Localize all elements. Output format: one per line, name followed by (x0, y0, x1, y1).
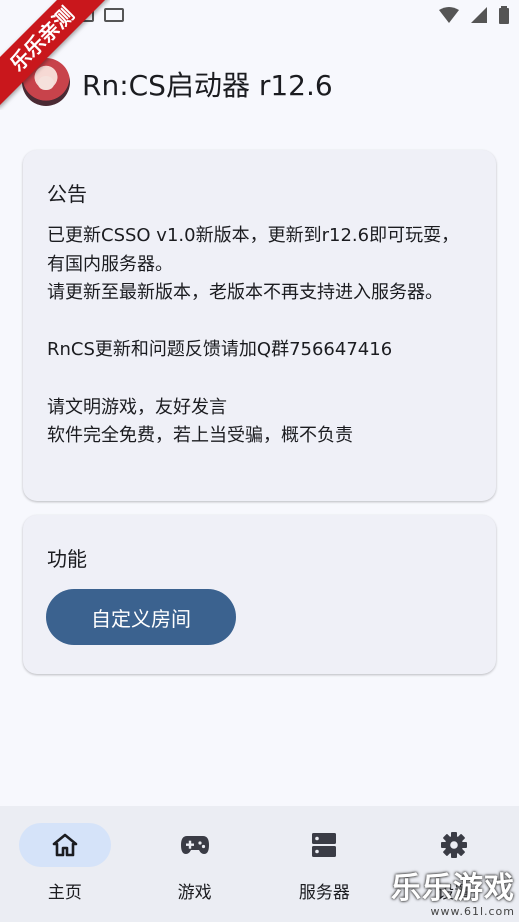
nav-active-indicator (18, 823, 111, 867)
watermark-ribbon: 乐乐亲测 (0, 0, 110, 110)
signal-icon (471, 7, 487, 23)
system-icons (439, 6, 509, 24)
custom-room-button[interactable]: 自定义房间 (46, 589, 236, 645)
nav-label-games: 游戏 (177, 883, 212, 903)
battery-icon (499, 6, 509, 24)
gear-icon (441, 832, 468, 858)
server-icon (312, 833, 337, 857)
nav-label-servers: 服务器 (298, 883, 350, 903)
wifi-icon (439, 7, 459, 23)
notice-body: 已更新CSSO v1.0新版本，更新到r12.6即可玩耍，有国内服务器。 请更新… (47, 225, 460, 447)
nav-item-games[interactable]: 游戏 (130, 806, 260, 922)
watermark-url: www.61l.com (430, 905, 515, 918)
watermark-brand-text: 乐乐游戏 (391, 871, 515, 906)
nav-item-servers[interactable]: 服务器 (260, 806, 390, 922)
watermark-brand: 乐乐游戏 www.61l.com (391, 871, 515, 919)
features-card: 功能 自定义房间 (23, 515, 496, 674)
gamepad-icon (180, 836, 209, 854)
app-title: Rn:CS启动器 r12.6 (82, 69, 333, 102)
notice-card: 公告 已更新CSSO v1.0新版本，更新到r12.6即可玩耍，有国内服务器。 … (23, 150, 496, 501)
watermark-ribbon-text: 乐乐亲测 (0, 0, 110, 108)
features-title: 功能 (47, 547, 87, 571)
home-icon (52, 833, 78, 857)
notice-title: 公告 (47, 182, 87, 206)
nav-label-home: 主页 (47, 883, 82, 903)
nav-item-home[interactable]: 主页 (0, 806, 130, 922)
